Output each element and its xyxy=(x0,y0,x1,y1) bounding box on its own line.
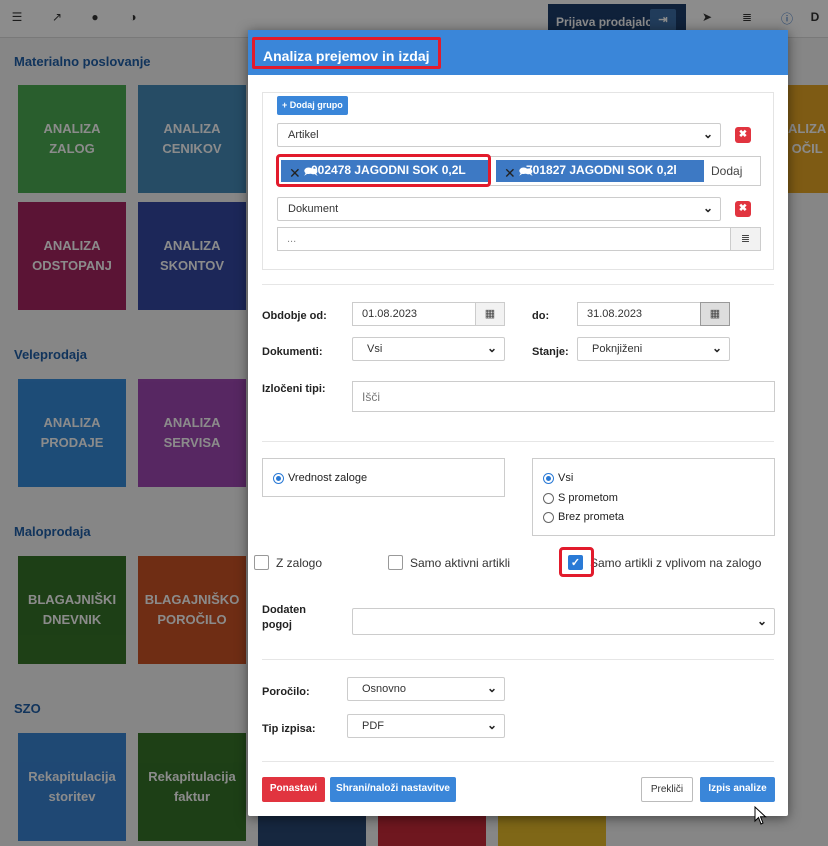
divider xyxy=(262,284,774,285)
group2-value-input[interactable]: ... xyxy=(277,227,731,251)
group1-select[interactable]: Artikel ⌄ xyxy=(277,123,721,147)
print-type-select-value: PDF xyxy=(362,720,384,732)
period-to-label: do: xyxy=(532,310,550,322)
chevron-down-icon: ⌄ xyxy=(711,341,722,355)
extra-condition-label: Dodaten pogoj xyxy=(262,604,306,631)
radio-all-label: Vsi xyxy=(558,472,574,484)
checkbox-active-articles[interactable]: Samo aktivni artikli xyxy=(388,555,510,570)
list-icon: ≣ xyxy=(740,233,751,245)
chevron-down-icon: ⌄ xyxy=(486,681,497,695)
chevron-down-icon: ⌄ xyxy=(702,201,713,215)
add-tag-placeholder[interactable]: Dodaj xyxy=(711,164,742,178)
radio-with-movement[interactable]: S prometom xyxy=(543,492,618,504)
save-load-settings-button[interactable]: Shrani/naloži nastavitve xyxy=(330,777,456,802)
group2-select[interactable]: Dokument ⌄ xyxy=(277,197,721,221)
radio-selected-icon xyxy=(543,472,554,484)
checkbox-icon xyxy=(254,555,269,570)
group1-select-value: Artikel xyxy=(288,129,319,141)
report-select-value: Osnovno xyxy=(362,683,407,695)
stock-value-radio-box: Vrednost zaloge xyxy=(262,458,505,497)
group-panel: + Dodaj grupo Artikel ⌄ ✖ ✕ 🗪 002478 JAG… xyxy=(262,92,774,270)
report-label: Poročilo: xyxy=(262,686,310,698)
radio-without-movement-label: Brez prometa xyxy=(558,511,625,523)
documents-label: Dokumenti: xyxy=(262,346,323,358)
radio-with-movement-label: S prometom xyxy=(558,492,618,504)
state-select-value: Poknjiženi xyxy=(592,343,643,355)
period-to-calendar-button[interactable]: ▦ xyxy=(700,302,730,326)
radio-selected-icon xyxy=(273,472,284,484)
print-type-label: Tip izpisa: xyxy=(262,723,316,735)
checkbox-icon xyxy=(388,555,403,570)
period-to-input[interactable]: 31.08.2023 xyxy=(577,302,701,326)
checkbox-stock-impact-label: Samo artikli z vplivom na zalogo xyxy=(590,555,762,570)
chevron-down-icon: ⌄ xyxy=(702,127,713,141)
period-from-label: Obdobje od: xyxy=(262,310,327,322)
close-icon[interactable]: ✕ xyxy=(504,165,516,182)
divider xyxy=(262,761,774,762)
checkbox-with-stock-label: Z zalogo xyxy=(276,555,323,570)
add-group-button[interactable]: + Dodaj grupo xyxy=(277,96,348,115)
reset-button[interactable]: Ponastavi xyxy=(262,777,325,802)
calendar-icon: ▦ xyxy=(484,308,496,320)
group2-select-value: Dokument xyxy=(288,203,339,215)
radio-without-movement[interactable]: Brez prometa xyxy=(543,511,624,523)
dialog-header: Analiza prejemov in izdaj xyxy=(248,30,788,75)
list-picker-button[interactable]: ≣ xyxy=(730,227,761,251)
state-label: Stanje: xyxy=(532,346,569,358)
radio-unselected-icon xyxy=(543,511,554,523)
radio-all[interactable]: Vsi xyxy=(543,472,573,484)
documents-select[interactable]: Vsi ⌄ xyxy=(352,337,505,361)
remove-group1-button[interactable]: ✖ xyxy=(735,127,751,143)
excluded-types-label: Izločeni tipi: xyxy=(262,383,326,395)
divider xyxy=(262,441,774,442)
radio-unselected-icon xyxy=(543,492,554,504)
state-select[interactable]: Poknjiženi ⌄ xyxy=(577,337,730,361)
highlight-ring-tag xyxy=(276,154,491,187)
article-tag-2[interactable]: ✕ 🗪 701827 JAGODNI SOK 0,2l xyxy=(496,160,704,182)
analysis-dialog: Analiza prejemov in izdaj + Dodaj grupo … xyxy=(248,30,788,816)
excluded-types-search[interactable]: Išči xyxy=(352,381,775,412)
period-from-input[interactable]: 01.08.2023 xyxy=(352,302,476,326)
chevron-down-icon: ⌄ xyxy=(486,718,497,732)
checkbox-active-articles-label: Samo aktivni artikli xyxy=(410,555,511,570)
report-select[interactable]: Osnovno ⌄ xyxy=(347,677,505,701)
dialog-title: Analiza prejemov in izdaj xyxy=(252,37,441,69)
comment-icon: 🗪 xyxy=(519,166,533,178)
radio-stock-value-label: Vrednost zaloge xyxy=(288,472,368,484)
print-analysis-button[interactable]: Izpis analize xyxy=(700,777,775,802)
chevron-down-icon: ⌄ xyxy=(486,341,497,355)
extra-condition-select[interactable]: ⌄ xyxy=(352,608,775,635)
mouse-cursor-icon xyxy=(754,806,767,825)
checkbox-with-stock[interactable]: Z zalogo xyxy=(254,555,322,570)
calendar-icon: ▦ xyxy=(709,308,721,320)
highlight-ring-checkbox xyxy=(559,547,594,577)
chevron-down-icon: ⌄ xyxy=(756,614,767,628)
documents-select-value: Vsi xyxy=(367,343,383,355)
cancel-button[interactable]: Prekliči xyxy=(641,777,693,802)
article-tag-2-label: 701827 JAGODNI SOK 0,2l xyxy=(526,163,677,177)
checkbox-stock-impact[interactable]: ✓ Samo artikli z vplivom na zalogo xyxy=(568,555,761,570)
divider xyxy=(262,659,774,660)
period-from-calendar-button[interactable]: ▦ xyxy=(475,302,505,326)
remove-group2-button[interactable]: ✖ xyxy=(735,201,751,217)
print-type-select[interactable]: PDF ⌄ xyxy=(347,714,505,738)
radio-stock-value[interactable]: Vrednost zaloge xyxy=(273,472,367,484)
movement-radio-box: Vsi S prometom Brez prometa xyxy=(532,458,775,536)
